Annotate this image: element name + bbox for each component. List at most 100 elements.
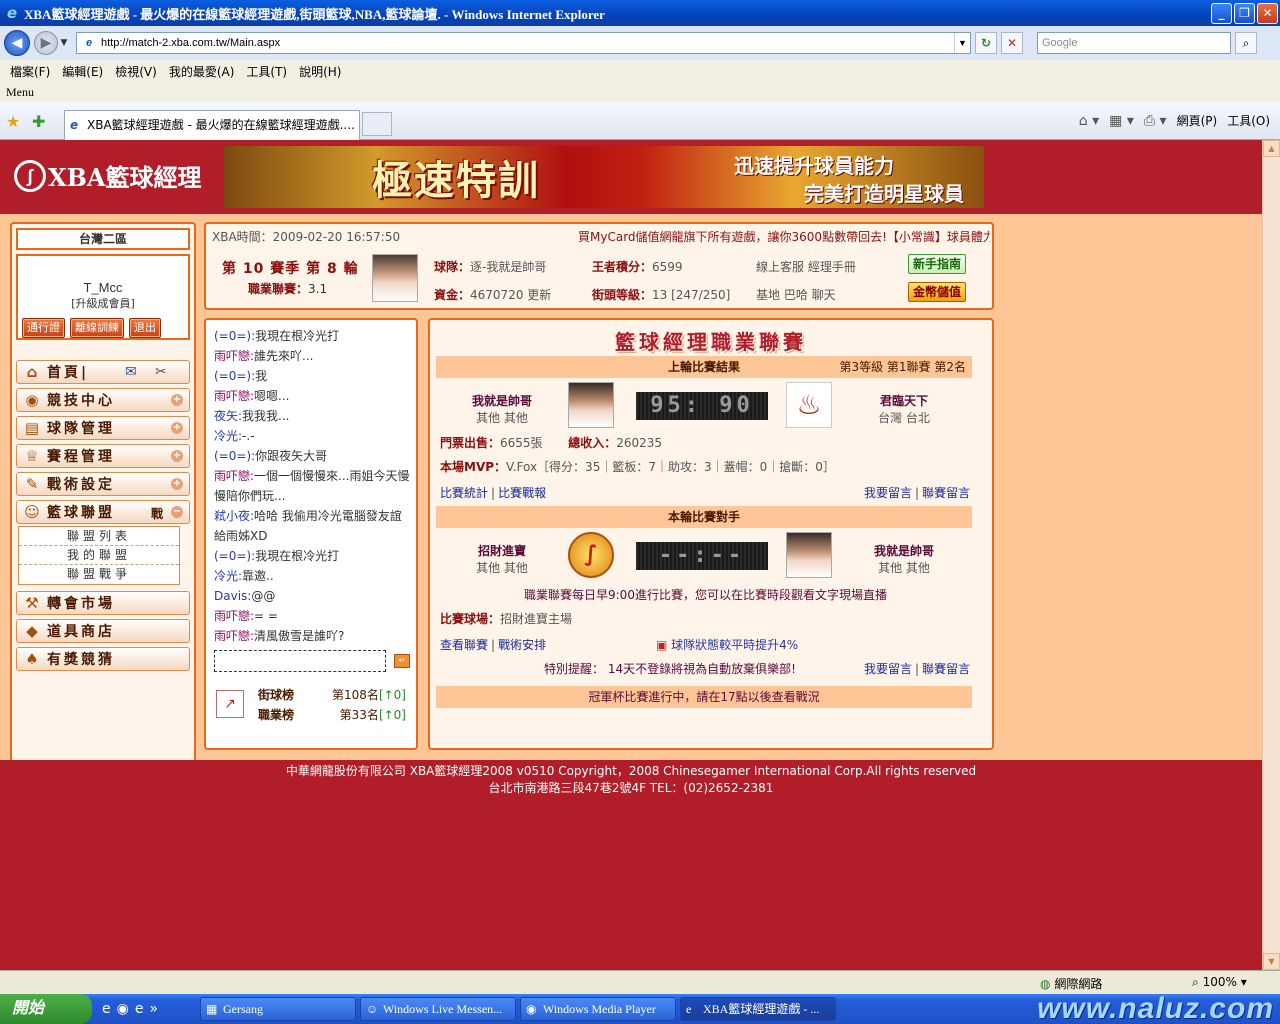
league-message-link[interactable]: 聯賽留言 xyxy=(922,662,970,676)
new-tab-button[interactable] xyxy=(362,112,392,136)
chat-sender[interactable]: 雨吓戀: xyxy=(214,629,254,643)
refresh-link[interactable]: 更新 xyxy=(527,288,551,302)
collapse-icon[interactable]: − xyxy=(171,506,183,518)
expand-icon[interactable]: + xyxy=(171,394,183,406)
history-dropdown-icon[interactable]: ▼ xyxy=(58,38,70,48)
chat-sender[interactable]: 雨吓戀: xyxy=(214,349,254,363)
service-links[interactable]: 線上客服 經理手冊 xyxy=(756,258,856,275)
minimize-button[interactable]: _ xyxy=(1211,2,1232,24)
subnav-league-war[interactable]: 聯盟戰爭 xyxy=(19,565,179,584)
community-links[interactable]: 基地 巴哈 聊天 xyxy=(756,286,836,303)
media-quicklaunch-icon[interactable]: ◉ xyxy=(117,1001,129,1017)
chat-sender[interactable]: 冷光: xyxy=(214,429,242,443)
sidebar-item-league[interactable]: ☺ 籃球聯盟 戰 − xyxy=(16,500,190,524)
menu-favorites[interactable]: 我的最愛(A) xyxy=(169,63,235,80)
chat-sender[interactable]: 雨吓戀: xyxy=(214,609,254,623)
chat-sender[interactable]: (=0=): xyxy=(214,449,255,463)
scroll-down-icon[interactable]: ▼ xyxy=(1263,953,1280,970)
zoom-level[interactable]: ⌕ 100% ▾ xyxy=(1192,975,1247,990)
maximize-button[interactable]: ❐ xyxy=(1234,2,1255,24)
site-logo[interactable]: ∫ XBA籃球經理 xyxy=(14,158,202,193)
start-button[interactable]: 開始 xyxy=(0,994,92,1024)
tactics-link[interactable]: 戰術安排 xyxy=(498,638,546,652)
task-media-player[interactable]: ◉ Windows Media Player xyxy=(520,997,676,1021)
gold-topup-button[interactable]: 金幣儲值 xyxy=(908,282,966,302)
logout-button[interactable]: 退出 xyxy=(129,318,161,338)
print-icon[interactable]: ⎙ ▾ xyxy=(1144,113,1167,129)
add-favorite-icon[interactable]: ✚ xyxy=(32,112,45,131)
mail-icon[interactable]: ✉ xyxy=(125,364,137,380)
chat-sender[interactable]: (=0=): xyxy=(214,549,255,563)
tab-active[interactable]: e XBA籃球經理遊戲 - 最火爆的在線籃球經理遊戲.... xyxy=(64,110,360,140)
match-report-link[interactable]: 比賽戰報 xyxy=(498,486,546,500)
chat-send-button[interactable]: ↵ xyxy=(394,654,410,668)
ie-quicklaunch-icon[interactable]: e xyxy=(102,1001,111,1017)
address-bar[interactable]: e http://match-2.xba.com.tw/Main.aspx ▼ xyxy=(76,32,971,54)
menu-file[interactable]: 檔案(F) xyxy=(10,63,50,80)
leave-message-link[interactable]: 我要留言 xyxy=(864,662,912,676)
chat-sender[interactable]: 冷光: xyxy=(214,569,242,583)
task-messenger[interactable]: ☺ Windows Live Messen... xyxy=(360,997,516,1021)
chat-sender[interactable]: 弒小夜: xyxy=(214,509,254,523)
sidebar-item-tactics[interactable]: ✎ 戰術設定 + xyxy=(16,472,190,496)
search-input[interactable]: Google xyxy=(1037,32,1231,54)
close-button[interactable]: ✕ xyxy=(1257,2,1278,24)
subnav-league-list[interactable]: 聯盟列表 xyxy=(19,527,179,546)
chat-sender[interactable]: (=0=): xyxy=(214,329,255,343)
url-dropdown-icon[interactable]: ▼ xyxy=(954,33,970,53)
team-name[interactable]: 我就是帥哥 xyxy=(442,392,562,409)
menu-edit[interactable]: 編輯(E) xyxy=(62,63,103,80)
street-rank-label[interactable]: 街球榜 xyxy=(258,686,294,703)
sidebar-item-transfer[interactable]: ⚒ 轉會市場 xyxy=(16,591,190,615)
search-icon[interactable]: ⌕ xyxy=(1235,32,1257,54)
home-icon[interactable]: ⌂ ▾ xyxy=(1079,113,1099,129)
view-league-link[interactable]: 查看聯賽 xyxy=(440,638,488,652)
news-ticker[interactable]: 買MyCard儲值網龍旗下所有遊戲，讓你3600點數帶回去!【小常識】球員體力 xyxy=(578,228,990,245)
expand-icon[interactable]: + xyxy=(171,450,183,462)
url-text[interactable]: http://match-2.xba.com.tw/Main.aspx xyxy=(101,37,954,49)
favorites-star-icon[interactable]: ★ xyxy=(6,112,20,131)
match-stats-link[interactable]: 比賽統計 xyxy=(440,486,488,500)
pro-rank-label[interactable]: 職業榜 xyxy=(258,706,294,723)
subnav-my-league[interactable]: 我的聯盟 xyxy=(19,546,179,565)
team-name[interactable]: 我就是帥哥 xyxy=(844,542,964,559)
sidebar-item-home[interactable]: ⌂ 首頁| ✉ ✂ xyxy=(16,360,190,384)
forward-button[interactable]: ▶ xyxy=(34,31,58,55)
stop-button[interactable]: ✕ xyxy=(1001,32,1023,54)
settings-tools-icon[interactable]: ✂ xyxy=(155,364,167,380)
scroll-up-icon[interactable]: ▲ xyxy=(1263,140,1280,157)
expand-icon[interactable]: + xyxy=(171,422,183,434)
refresh-button[interactable]: ↻ xyxy=(975,32,997,54)
sidebar-item-shop[interactable]: ◆ 道具商店 xyxy=(16,619,190,643)
feeds-icon[interactable]: ▦ ▾ xyxy=(1109,113,1134,129)
tools-menu[interactable]: 工具(O) xyxy=(1227,112,1270,129)
task-xba-ie[interactable]: e XBA籃球經理遊戲 - ... xyxy=(680,997,836,1021)
upgrade-link[interactable]: [升級成會員] xyxy=(18,295,188,311)
chat-sender[interactable]: 夜矢: xyxy=(214,409,242,423)
chat-sender[interactable]: (=0=): xyxy=(214,369,255,383)
vertical-scrollbar[interactable]: ▲ ▼ xyxy=(1262,140,1280,970)
menu-tools[interactable]: 工具(T) xyxy=(246,63,287,80)
back-button[interactable]: ◀ xyxy=(4,30,30,56)
page-menu[interactable]: 網頁(P) xyxy=(1177,112,1218,129)
league-message-link[interactable]: 聯賽留言 xyxy=(922,486,970,500)
sidebar-item-quiz[interactable]: ♠ 有獎競猜 xyxy=(16,647,190,671)
team-name[interactable]: 招財進寶 xyxy=(442,542,562,559)
passport-button[interactable]: 通行證 xyxy=(22,318,65,338)
more-icon[interactable]: » xyxy=(149,1001,158,1017)
sidebar-item-schedule[interactable]: ♕ 賽程管理 + xyxy=(16,444,190,468)
promo-banner[interactable]: 極速特訓 迅速提升球員能力 完美打造明星球員 xyxy=(224,146,984,208)
task-gersang[interactable]: ▦ Gersang xyxy=(200,997,356,1021)
chat-sender[interactable]: Davis: xyxy=(214,589,251,603)
sidebar-item-arena[interactable]: ◉ 競技中心 + xyxy=(16,388,190,412)
menu-help[interactable]: 說明(H) xyxy=(299,63,341,80)
ie2-quicklaunch-icon[interactable]: e xyxy=(135,1001,144,1017)
beginner-guide-button[interactable]: 新手指南 xyxy=(908,254,966,274)
sidebar-item-team[interactable]: ▤ 球隊管理 + xyxy=(16,416,190,440)
menu-view[interactable]: 檢視(V) xyxy=(115,63,157,80)
offline-training-button[interactable]: 離線訓練 xyxy=(70,318,124,338)
chat-sender[interactable]: 雨吓戀: xyxy=(214,389,254,403)
chat-input[interactable] xyxy=(214,650,386,672)
chat-sender[interactable]: 雨吓戀: xyxy=(214,469,254,483)
leave-message-link[interactable]: 我要留言 xyxy=(864,486,912,500)
